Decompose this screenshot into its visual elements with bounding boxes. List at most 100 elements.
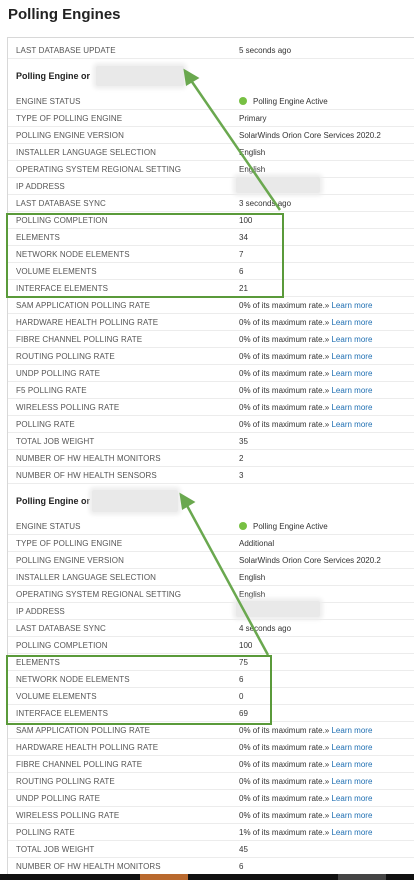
details-row: ENGINE STATUS Polling Engine Active: [8, 518, 414, 535]
learn-more-link[interactable]: Learn more: [331, 301, 372, 310]
row-label: LAST DATABASE UPDATE: [16, 46, 116, 55]
status-text: Polling Engine Active: [253, 522, 328, 531]
row-label: NUMBER OF HW HEALTH MONITORS: [16, 862, 161, 871]
status-active-icon: [239, 522, 247, 530]
row-value: 4 seconds ago: [239, 624, 292, 633]
rate-text: 0% of its maximum rate.»: [239, 318, 330, 327]
row-value: 3: [239, 471, 244, 480]
rate-text: 0% of its maximum rate.»: [239, 369, 330, 378]
row-value: 0% of its maximum rate.» Learn more: [239, 369, 372, 378]
learn-more-link[interactable]: Learn more: [331, 420, 372, 429]
row-label: SAM APPLICATION POLLING RATE: [16, 726, 151, 735]
learn-more-link[interactable]: Learn more: [331, 403, 372, 412]
status-active-icon: [239, 97, 247, 105]
learn-more-link[interactable]: Learn more: [331, 369, 372, 378]
details-row: POLLING RATE 1% of its maximum rate.» Lea…: [8, 824, 414, 841]
learn-more-link[interactable]: Learn more: [331, 828, 372, 837]
row-label: TYPE OF POLLING ENGINE: [16, 114, 123, 123]
details-row: LAST DATABASE SYNC 3 seconds ago: [8, 195, 414, 212]
row-value: SolarWinds Orion Core Services 2020.2: [239, 556, 381, 565]
row-label: POLLING ENGINE VERSION: [16, 131, 125, 140]
row-label: TYPE OF POLLING ENGINE: [16, 539, 123, 548]
row-value: 1% of its maximum rate.» Learn more: [239, 828, 372, 837]
row-label: UNDP POLLING RATE: [16, 369, 101, 378]
learn-more-link[interactable]: Learn more: [331, 726, 372, 735]
details-row: NUMBER OF HW HEALTH MONITORS 6: [8, 858, 414, 875]
details-row: UNDP POLLING RATE 0% of its maximum rate.…: [8, 790, 414, 807]
details-row: POLLING RATE 0% of its maximum rate.» Lea…: [8, 416, 414, 433]
details-row: FIBRE CHANNEL POLLING RATE 0% of its maxi…: [8, 756, 414, 773]
redacted-hostname: [92, 490, 178, 512]
details-row: ROUTING POLLING RATE 0% of its maximum ra…: [8, 773, 414, 790]
row-label: INSTALLER LANGUAGE SELECTION: [16, 573, 157, 582]
details-row: POLLING ENGINE VERSION SolarWinds Orion C…: [8, 552, 414, 569]
taskbar-item[interactable]: [140, 874, 188, 880]
details-row: NUMBER OF HW HEALTH SENSORS 3: [8, 467, 414, 484]
row-label: HARDWARE HEALTH POLLING RATE: [16, 743, 159, 752]
row-value: Polling Engine Active: [239, 522, 328, 531]
details-row: TYPE OF POLLING ENGINE Primary: [8, 110, 414, 127]
learn-more-link[interactable]: Learn more: [331, 743, 372, 752]
row-value: 35: [239, 437, 248, 446]
row-value: 3 seconds ago: [239, 199, 292, 208]
row-value: 0% of its maximum rate.» Learn more: [239, 743, 372, 752]
row-label: F5 POLLING RATE: [16, 386, 87, 395]
redacted-hostname: [96, 66, 184, 86]
details-row: LAST DATABASE SYNC 4 seconds ago: [8, 620, 414, 637]
learn-more-link[interactable]: Learn more: [331, 352, 372, 361]
details-row: POLLING ENGINE VERSION SolarWinds Orion C…: [8, 127, 414, 144]
row-value: 0% of its maximum rate.» Learn more: [239, 318, 372, 327]
engine-heading: Polling Engine or: [16, 71, 90, 81]
row-value: 0% of its maximum rate.» Learn more: [239, 352, 372, 361]
learn-more-link[interactable]: Learn more: [331, 777, 372, 786]
learn-more-link[interactable]: Learn more: [331, 760, 372, 769]
row-label: LAST DATABASE SYNC: [16, 199, 106, 208]
row-value: 6: [239, 862, 244, 871]
learn-more-link[interactable]: Learn more: [331, 335, 372, 344]
rate-text: 0% of its maximum rate.»: [239, 352, 330, 361]
row-value: 100: [239, 641, 253, 650]
row-label: ROUTING POLLING RATE: [16, 352, 115, 361]
details-row: POLLING COMPLETION 100: [8, 637, 414, 654]
rate-text: 0% of its maximum rate.»: [239, 811, 330, 820]
row-value: 2: [239, 454, 244, 463]
row-value: Additional: [239, 539, 275, 548]
learn-more-link[interactable]: Learn more: [331, 386, 372, 395]
learn-more-link[interactable]: Learn more: [331, 318, 372, 327]
row-label: ROUTING POLLING RATE: [16, 777, 115, 786]
rate-text: 0% of its maximum rate.»: [239, 420, 330, 429]
row-label: HARDWARE HEALTH POLLING RATE: [16, 318, 159, 327]
row-label: POLLING RATE: [16, 828, 75, 837]
details-row: TOTAL JOB WEIGHT 45: [8, 841, 414, 858]
row-value: Polling Engine Active: [239, 97, 328, 106]
row-label: WIRELESS POLLING RATE: [16, 811, 120, 820]
row-label: POLLING COMPLETION: [16, 641, 108, 650]
learn-more-link[interactable]: Learn more: [331, 794, 372, 803]
row-value: 0% of its maximum rate.» Learn more: [239, 760, 372, 769]
taskbar-item[interactable]: [338, 874, 386, 880]
rate-text: 0% of its maximum rate.»: [239, 403, 330, 412]
row-label: INSTALLER LANGUAGE SELECTION: [16, 148, 157, 157]
rate-text: 0% of its maximum rate.»: [239, 794, 330, 803]
details-row: ENGINE STATUS Polling Engine Active: [8, 93, 414, 110]
learn-more-link[interactable]: Learn more: [331, 811, 372, 820]
rate-text: 0% of its maximum rate.»: [239, 743, 330, 752]
rate-text: 0% of its maximum rate.»: [239, 760, 330, 769]
page-title: Polling Engines: [8, 6, 121, 23]
rate-text: 0% of its maximum rate.»: [239, 386, 330, 395]
element-counts-highlight: [6, 655, 272, 725]
details-row: HARDWARE HEALTH POLLING RATE 0% of its ma…: [8, 739, 414, 756]
details-row: ROUTING POLLING RATE 0% of its maximum ra…: [8, 348, 414, 365]
row-label: OPERATING SYSTEM REGIONAL SETTING: [16, 165, 182, 174]
row-value: 5 seconds ago: [239, 46, 292, 55]
row-value: 0% of its maximum rate.» Learn more: [239, 811, 372, 820]
details-row: WIRELESS POLLING RATE 0% of its maximum r…: [8, 807, 414, 824]
row-label: IP ADDRESS: [16, 607, 65, 616]
row-label: WIRELESS POLLING RATE: [16, 403, 120, 412]
row-label: POLLING ENGINE VERSION: [16, 556, 125, 565]
row-value: 45: [239, 845, 248, 854]
polling-engines-panel: LAST DATABASE UPDATE 5 seconds ago Polli…: [6, 37, 414, 876]
redacted-ip-address: [236, 601, 320, 617]
details-row: F5 POLLING RATE 0% of its maximum rate.» …: [8, 382, 414, 399]
row-value: 0% of its maximum rate.» Learn more: [239, 301, 372, 310]
